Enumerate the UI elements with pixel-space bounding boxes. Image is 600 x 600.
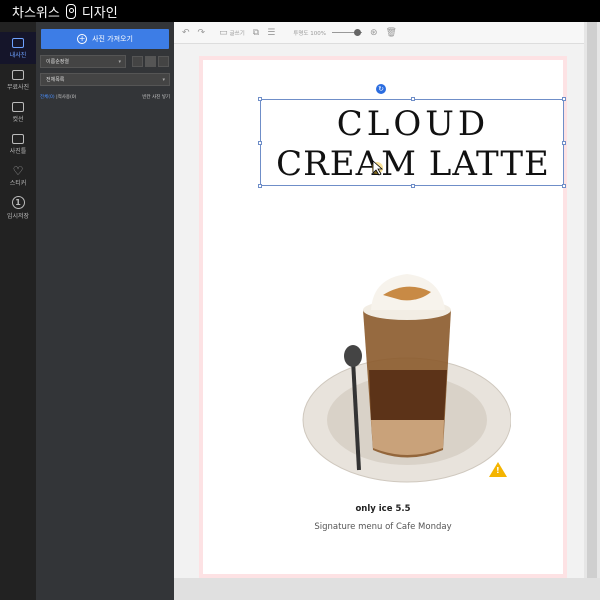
editor-toolbar: ↶ ↷ ▭ 글쓰기 ⧉ ☰ 투명도 100% ⊛ 🗑 — [174, 22, 584, 44]
rail-label: 임시저장 — [6, 213, 30, 220]
free-photo-icon — [12, 69, 24, 80]
view-list-button[interactable] — [132, 56, 143, 67]
resize-handle[interactable] — [411, 97, 415, 101]
temp-save-icon: 1 — [11, 196, 25, 209]
opacity-slider-knob[interactable] — [353, 29, 361, 36]
plus-icon: + — [77, 34, 88, 44]
resize-handle[interactable] — [411, 184, 415, 188]
vertical-scrollbar[interactable] — [584, 22, 600, 578]
app-title-part2: 디자인 — [81, 5, 118, 21]
heart-icon: ♡ — [12, 163, 24, 178]
resize-handle[interactable] — [258, 141, 262, 145]
sort-select[interactable]: 이름순정렬 ▾ — [40, 55, 126, 68]
sort-select-value: 이름순정렬 — [46, 59, 70, 65]
rail-item-frame[interactable]: 사진틀 — [0, 128, 36, 160]
text-box-icon[interactable]: ▭ — [219, 28, 228, 38]
app-logo-icon — [65, 3, 76, 19]
copy-icon[interactable]: ⧉ — [253, 28, 259, 38]
app-title-part1: 차스위스 — [12, 5, 60, 21]
design-page[interactable]: CLOUD CREAM LATTE ! only ice 5.5 Signatu… — [203, 60, 566, 574]
scrollbar-thumb[interactable] — [587, 22, 597, 578]
design-page-border: CLOUD CREAM LATTE ! only ice 5.5 Signatu… — [199, 56, 567, 578]
app-window: 차스위스 디자인 내사진 무료사진 컷선 사진틀 ♡ 스티커 1 임시저장 + … — [0, 0, 600, 600]
resize-handle[interactable] — [562, 184, 566, 188]
view-large-button[interactable] — [158, 56, 169, 67]
chevron-down-icon: ▾ — [118, 59, 121, 65]
trash-icon[interactable]: 🗑 — [386, 28, 397, 38]
rail-item-cut-line[interactable]: 컷선 — [0, 96, 36, 128]
photo-panel: + 사진 가져오기 이름순정렬 ▾ 전체목록 ▾ 전체(0) |적사용(0) 빈… — [36, 22, 174, 600]
fill-empty-button[interactable]: 빈칸 사진 넣기 — [142, 94, 170, 100]
resize-handle[interactable] — [562, 97, 566, 101]
filter-row: 전체(0) |적사용(0) 빈칸 사진 넣기 — [40, 94, 170, 100]
title-line-2: CREAM LATTE — [276, 144, 550, 184]
warning-icon[interactable]: ! — [489, 462, 507, 477]
title-bar: 차스위스 디자인 — [0, 0, 600, 22]
resize-handle[interactable] — [258, 184, 262, 188]
signature-text: Signature menu of Cafe Monday — [314, 522, 452, 532]
upload-photo-button[interactable]: + 사진 가져오기 — [41, 29, 169, 49]
upload-label: 사진 가져오기 — [92, 35, 133, 43]
layers-icon[interactable]: ☰ — [267, 28, 275, 38]
photo-icon — [12, 37, 24, 48]
filter-used[interactable]: |적사용(0) — [56, 95, 76, 100]
flip-icon[interactable]: ⊛ — [370, 28, 378, 38]
frame-icon — [12, 133, 24, 144]
mouse-cursor-icon — [372, 160, 384, 176]
rail-label: 컷선 — [12, 115, 24, 123]
rotate-icon[interactable]: ↻ — [376, 84, 386, 94]
undo-icon[interactable]: ↶ — [182, 28, 190, 38]
rail-label: 사진틀 — [9, 147, 27, 155]
rail-item-temp-save[interactable]: 1 임시저장 — [0, 192, 36, 224]
folder-select[interactable]: 전체목록 ▾ — [40, 73, 170, 86]
price-text: only ice 5.5 — [355, 504, 411, 514]
opacity-label: 투명도 100% — [293, 30, 326, 37]
workspace: ↶ ↷ ▭ 글쓰기 ⧉ ☰ 투명도 100% ⊛ 🗑 CLOUD CREAM L… — [174, 22, 584, 578]
rail-label: 무료사진 — [6, 83, 30, 91]
folder-select-value: 전체목록 — [46, 77, 65, 83]
left-rail: 내사진 무료사진 컷선 사진틀 ♡ 스티커 1 임시저장 — [0, 22, 36, 600]
redo-icon[interactable]: ↷ — [198, 28, 206, 38]
rail-item-sticker[interactable]: ♡ 스티커 — [0, 160, 36, 192]
text-label[interactable]: 글쓰기 — [230, 29, 245, 37]
cut-line-icon — [12, 101, 24, 112]
rail-item-free-photos[interactable]: 무료사진 — [0, 64, 36, 96]
opacity-slider[interactable] — [331, 29, 362, 36]
rail-label: 스티커 — [9, 179, 27, 187]
filter-all[interactable]: 전체(0) — [40, 95, 55, 100]
coffee-photo[interactable] — [301, 270, 511, 510]
title-line-1: CLOUD — [336, 104, 490, 144]
view-grid-button[interactable] — [145, 56, 156, 67]
chevron-down-icon: ▾ — [162, 77, 165, 83]
resize-handle[interactable] — [258, 97, 262, 101]
rail-label: 내사진 — [9, 51, 27, 59]
bottom-bar — [174, 578, 600, 600]
rail-item-my-photos[interactable]: 내사진 — [0, 32, 36, 64]
